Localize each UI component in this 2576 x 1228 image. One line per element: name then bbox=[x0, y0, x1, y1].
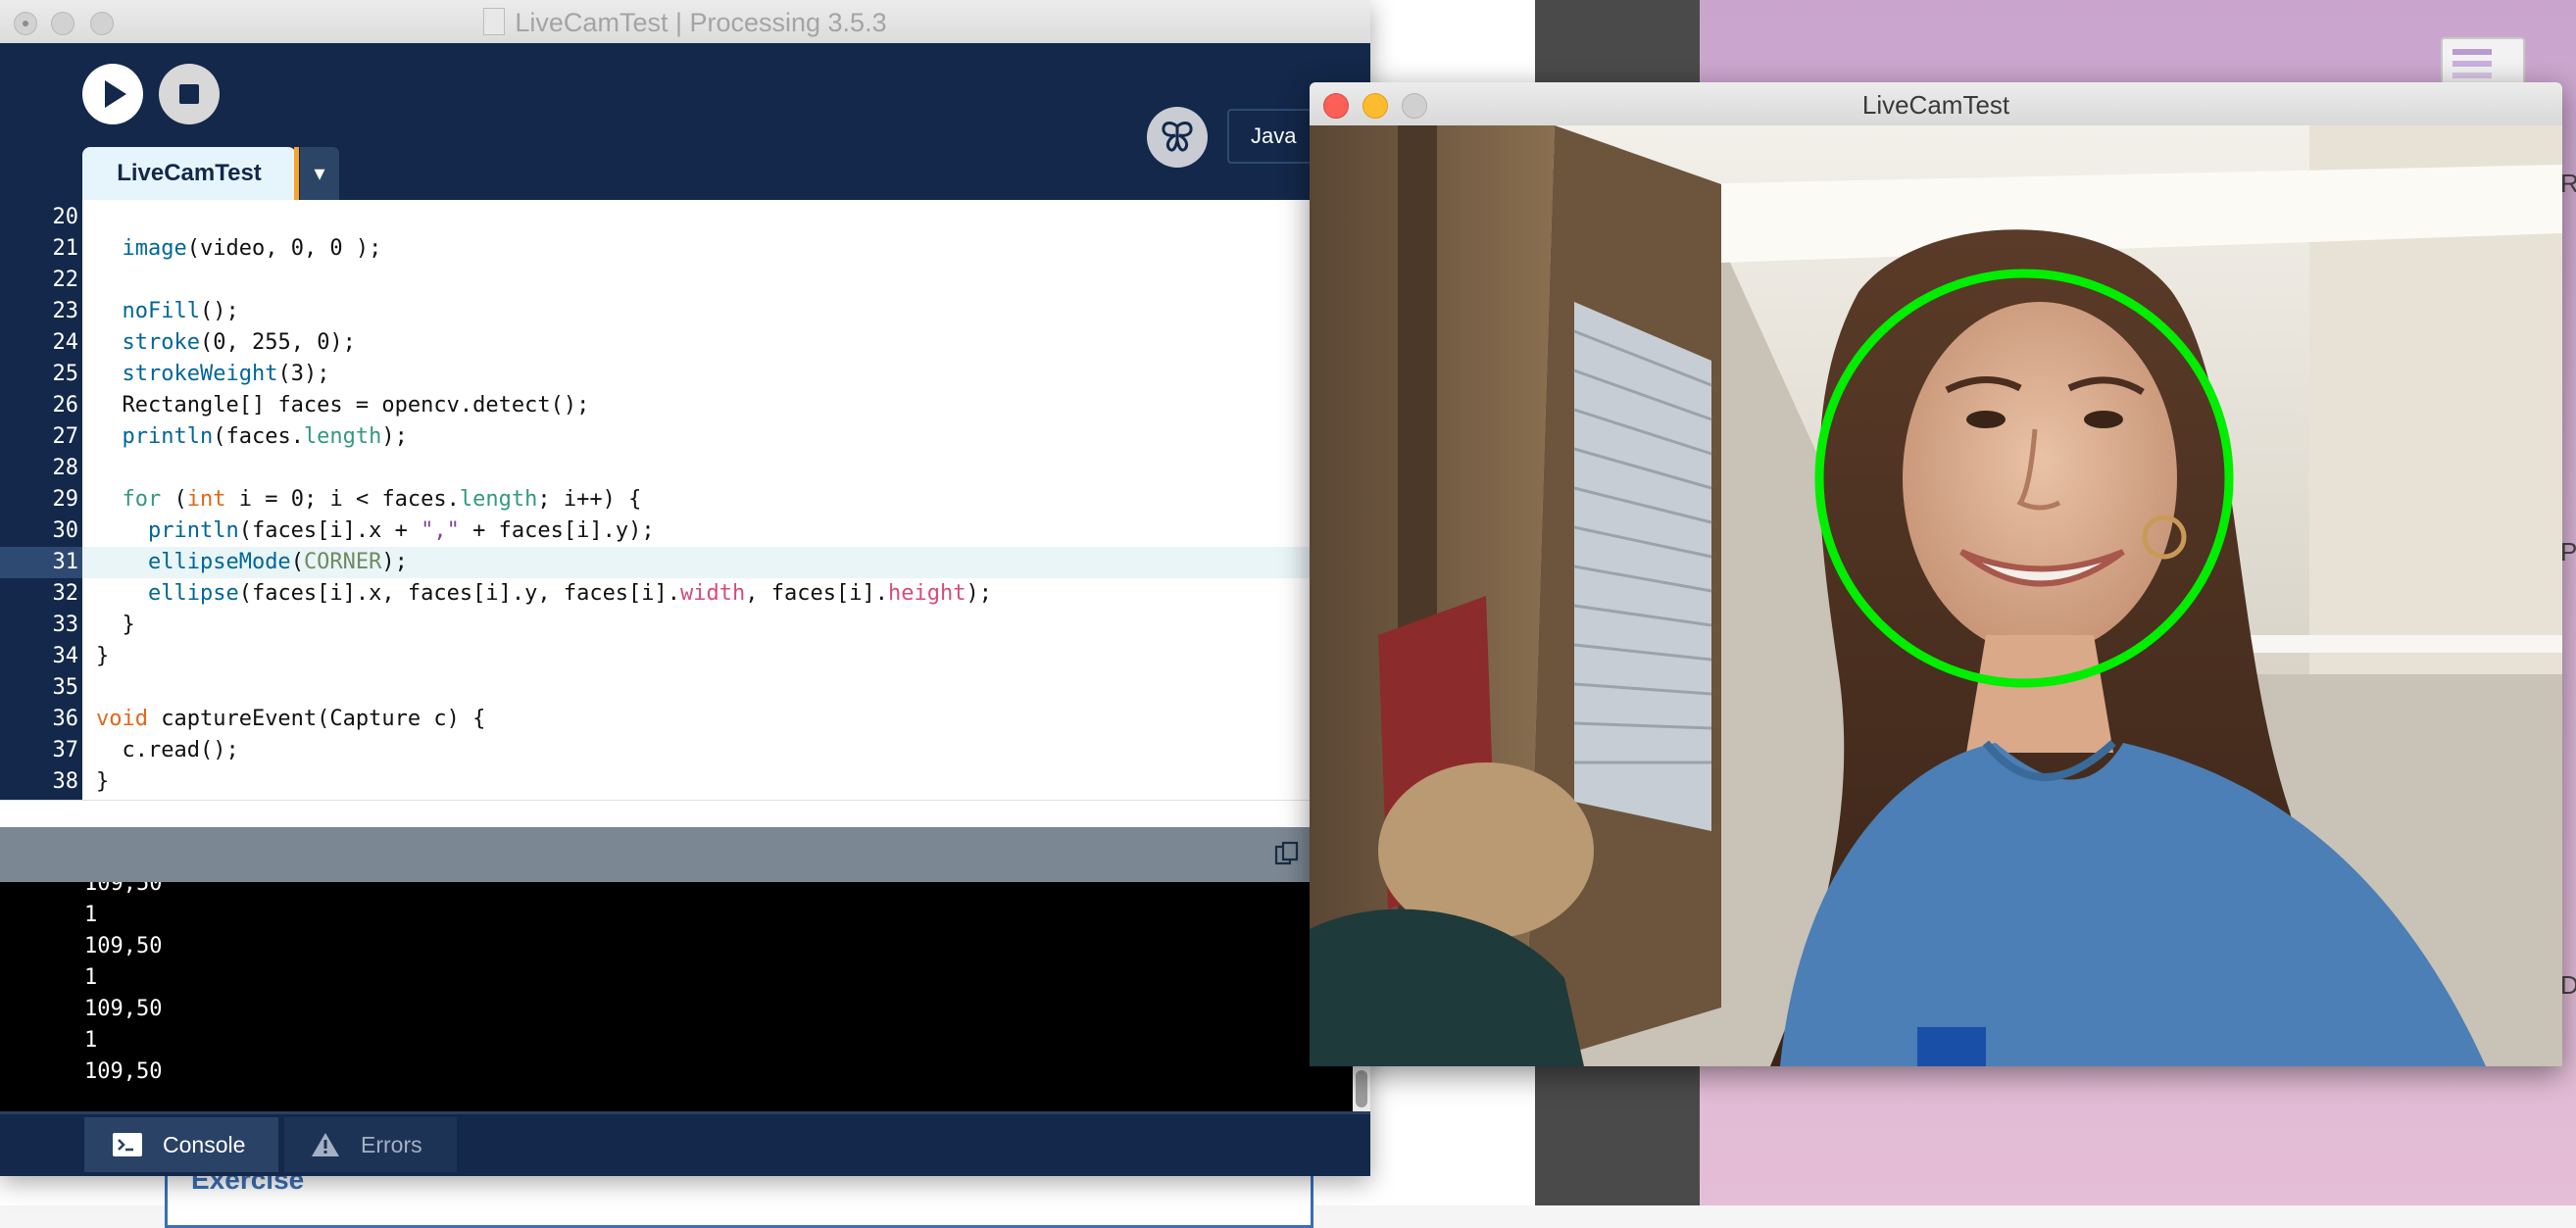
console-line: 109,50 bbox=[84, 997, 163, 1021]
console-line: 109,50 bbox=[84, 934, 163, 958]
code-line: println(faces.length); bbox=[122, 424, 408, 449]
console-line: 109,50 bbox=[84, 882, 163, 896]
console-line: 1 bbox=[84, 1028, 98, 1053]
console-output[interactable]: 109,50 1 109,50 1 109,50 1 109,50 bbox=[0, 882, 1353, 1111]
debug-button[interactable] bbox=[1147, 107, 1208, 168]
code-line: noFill(); bbox=[122, 299, 239, 323]
line-number: 36 bbox=[52, 707, 79, 731]
play-icon bbox=[105, 80, 126, 108]
code-line: Rectangle[] faces = opencv.detect(); bbox=[122, 393, 590, 418]
tab-errors-label: Errors bbox=[361, 1131, 422, 1157]
code-line: } bbox=[96, 769, 110, 794]
console-header[interactable] bbox=[0, 827, 1370, 882]
desktop-edge-text: P bbox=[2560, 537, 2576, 566]
tab-accent-bar bbox=[294, 147, 299, 200]
editor-footer bbox=[0, 800, 1370, 828]
code-line: ellipse(faces[i].x, faces[i].y, faces[i]… bbox=[147, 581, 992, 606]
tab-menu-button[interactable]: ▾ bbox=[300, 147, 339, 200]
copy-icon[interactable] bbox=[1274, 841, 1300, 866]
line-number: 26 bbox=[52, 393, 79, 418]
line-number: 37 bbox=[52, 738, 79, 762]
code-line: strokeWeight(3); bbox=[122, 362, 330, 386]
console-line: 1 bbox=[84, 965, 98, 990]
line-number: 32 bbox=[52, 581, 79, 606]
sketch-window: LiveCamTest bbox=[1310, 82, 2562, 1066]
line-number: 33 bbox=[52, 613, 79, 637]
tab-livecamtest[interactable]: LiveCamTest bbox=[82, 147, 296, 200]
line-number: 38 bbox=[52, 769, 79, 794]
code-line: image(video, 0, 0 ); bbox=[122, 236, 382, 261]
line-number: 29 bbox=[52, 487, 79, 512]
code-line: for (int i = 0; i < faces.length; i++) { bbox=[122, 487, 642, 512]
console-line: 109,50 bbox=[84, 1059, 163, 1084]
desktop-edge-text: D bbox=[2560, 970, 2576, 1000]
tab-console-label: Console bbox=[163, 1131, 246, 1157]
code-line-current: ellipseMode(CORNER); bbox=[147, 550, 408, 574]
code-line: c.read(); bbox=[96, 738, 239, 762]
code-line: stroke(0, 255, 0); bbox=[122, 330, 356, 355]
code-line: } bbox=[96, 613, 135, 637]
run-button[interactable] bbox=[82, 64, 143, 124]
document-icon bbox=[483, 8, 506, 35]
line-number: 25 bbox=[52, 362, 79, 386]
line-number: 27 bbox=[52, 424, 79, 449]
desktop-edge-text: R bbox=[2560, 169, 2576, 198]
line-number: 34 bbox=[52, 644, 79, 668]
tab-console[interactable]: Console bbox=[84, 1117, 278, 1172]
sketch-window-titlebar[interactable]: LiveCamTest bbox=[1310, 82, 2562, 126]
butterfly-icon bbox=[1162, 122, 1193, 152]
line-number: 21 bbox=[52, 236, 79, 261]
code-line: } bbox=[96, 644, 110, 668]
terminal-icon bbox=[113, 1133, 142, 1156]
sketch-window-title: LiveCamTest bbox=[1861, 90, 2010, 120]
warning-icon bbox=[312, 1133, 339, 1156]
stop-button[interactable] bbox=[159, 64, 220, 124]
line-number: 30 bbox=[52, 518, 79, 543]
line-number: 35 bbox=[52, 675, 79, 700]
processing-ide-window: LiveCamTest | Processing 3.5.3 Java Live… bbox=[0, 0, 1370, 1176]
code-line: void captureEvent(Capture c) { bbox=[96, 707, 486, 731]
ide-titlebar[interactable]: LiveCamTest | Processing 3.5.3 bbox=[0, 0, 1370, 44]
line-number: 20 bbox=[52, 205, 79, 229]
line-number: 23 bbox=[52, 299, 79, 323]
code-editor[interactable]: image(video, 0, 0 ); noFill(); stroke(0,… bbox=[82, 200, 1370, 800]
console-line: 1 bbox=[84, 903, 98, 927]
stop-icon bbox=[179, 84, 199, 104]
tab-errors[interactable]: Errors bbox=[284, 1117, 457, 1172]
line-number-current: 31 bbox=[52, 550, 79, 574]
ide-window-title: LiveCamTest | Processing 3.5.3 bbox=[0, 8, 1370, 38]
line-number: 24 bbox=[52, 330, 79, 355]
ide-window-title-text: LiveCamTest | Processing 3.5.3 bbox=[515, 8, 887, 37]
webcam-view bbox=[1310, 125, 2562, 1066]
line-number-gutter: 20 21 22 23 24 25 26 27 28 29 30 31 32 3… bbox=[0, 200, 82, 800]
console-scroll-thumb[interactable] bbox=[1356, 1070, 1367, 1107]
line-number: 28 bbox=[52, 456, 79, 480]
code-line: println(faces[i].x + "," + faces[i].y); bbox=[147, 518, 655, 543]
line-number: 22 bbox=[52, 268, 79, 292]
